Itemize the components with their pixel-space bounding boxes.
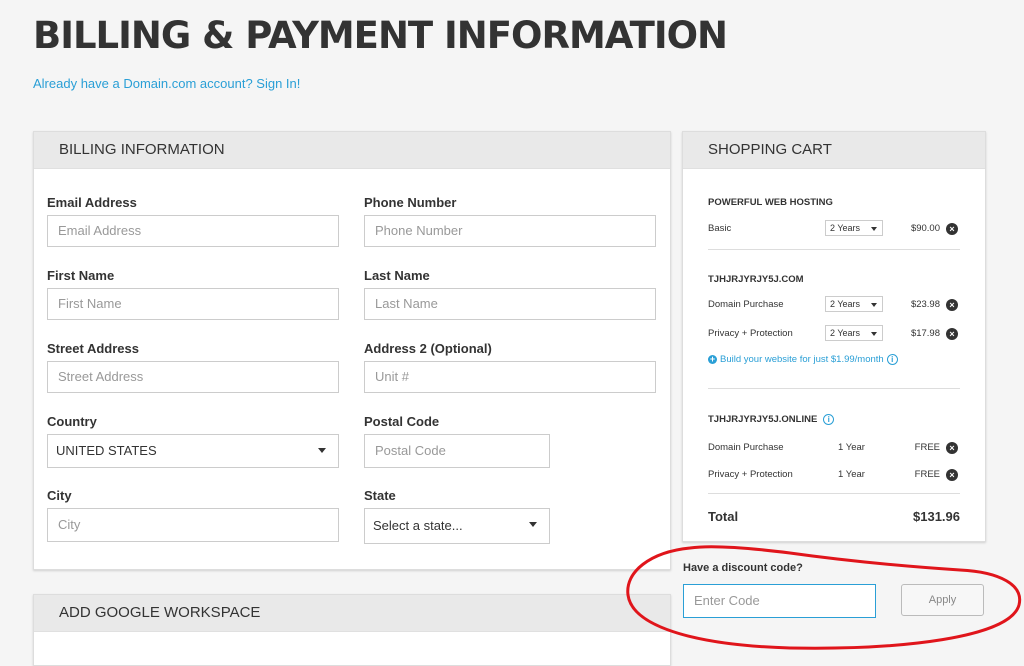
chevron-down-icon <box>871 332 877 336</box>
build-website-link[interactable]: + Build your website for just $1.99/month… <box>708 354 898 365</box>
cart-divider <box>708 388 960 389</box>
state-select-value: Select a state... <box>373 518 463 533</box>
phone-label: Phone Number <box>364 195 457 210</box>
street-label: Street Address <box>47 341 139 356</box>
discount-code-label: Have a discount code? <box>683 562 803 574</box>
postal-field-group: Postal Code Postal Code <box>364 414 550 468</box>
state-select[interactable]: Select a state... <box>364 508 550 544</box>
page-title: BILLING & PAYMENT INFORMATION <box>33 14 728 57</box>
remove-item-icon[interactable]: × <box>946 469 958 481</box>
sign-in-link[interactable]: Already have a Domain.com account? Sign … <box>33 76 300 91</box>
info-icon[interactable]: i <box>823 414 835 425</box>
address2-input[interactable]: Unit # <box>364 361 656 393</box>
country-select[interactable]: UNITED STATES <box>47 434 339 468</box>
cart-item-name: Privacy + Protection <box>708 328 793 339</box>
phone-input[interactable]: Phone Number <box>364 215 656 247</box>
cart-item-price: FREE <box>914 469 940 480</box>
last-name-label: Last Name <box>364 268 430 283</box>
term-select-value: 2 Years <box>830 223 861 233</box>
postal-label: Postal Code <box>364 414 440 429</box>
email-input[interactable]: Email Address <box>47 215 339 247</box>
cart-item-name: Domain Purchase <box>708 442 784 453</box>
first-name-field-group: First Name First Name <box>47 268 339 320</box>
cart-item-row: Privacy + Protection 1 Year FREE × <box>708 468 960 484</box>
last-name-input[interactable]: Last Name <box>364 288 656 320</box>
first-name-input[interactable]: First Name <box>47 288 339 320</box>
chevron-down-icon <box>871 303 877 307</box>
cart-item-price: $90.00 <box>910 223 940 234</box>
street-field-group: Street Address Street Address <box>47 341 339 393</box>
discount-code-input[interactable]: Enter Code <box>683 584 876 618</box>
cart-section-title: TJHJRJYRJY5J.COM <box>708 274 804 285</box>
email-field-group: Email Address Email Address <box>47 195 339 247</box>
cart-item-row: Domain Purchase 2 Years $23.98 × <box>708 296 960 314</box>
shopping-cart-panel: SHOPPING CART POWERFUL WEB HOSTING Basic… <box>682 131 986 542</box>
cart-item-row: Privacy + Protection 2 Years $17.98 × <box>708 325 960 343</box>
term-select[interactable]: 2 Years <box>825 325 883 341</box>
city-field-group: City City <box>47 488 339 542</box>
term-select-value: 2 Years <box>830 299 861 309</box>
info-icon[interactable]: i <box>886 354 898 365</box>
first-name-label: First Name <box>47 268 115 283</box>
country-label: Country <box>47 414 97 429</box>
cart-item-term: 1 Year <box>838 442 865 453</box>
email-label: Email Address <box>47 195 137 210</box>
address2-field-group: Address 2 (Optional) Unit # <box>364 341 656 393</box>
cart-item-term: 1 Year <box>838 469 865 480</box>
street-input[interactable]: Street Address <box>47 361 339 393</box>
term-select[interactable]: 2 Years <box>825 220 883 236</box>
cart-item-name: Domain Purchase <box>708 299 784 310</box>
cart-item-price: $17.98 <box>910 328 940 339</box>
phone-field-group: Phone Number Phone Number <box>364 195 656 247</box>
cart-section-title-wrap: TJHJRJYRJY5J.ONLINE i <box>708 414 835 426</box>
cart-item-name: Privacy + Protection <box>708 469 793 480</box>
cart-total-value: $131.96 <box>913 509 960 524</box>
state-field-group: State Select a state... <box>364 488 550 544</box>
workspace-panel-header[interactable]: ADD GOOGLE WORKSPACE <box>34 595 670 632</box>
cart-section-title: TJHJRJYRJY5J.ONLINE <box>708 414 818 426</box>
chevron-down-icon <box>871 227 877 231</box>
cart-divider <box>708 249 960 250</box>
google-workspace-panel: ADD GOOGLE WORKSPACE <box>33 594 671 666</box>
city-label: City <box>47 488 72 503</box>
cart-divider <box>708 493 960 494</box>
state-label: State <box>364 488 396 503</box>
chevron-down-icon <box>318 448 326 453</box>
postal-input[interactable]: Postal Code <box>364 434 550 468</box>
billing-information-panel: BILLING INFORMATION Email Address Email … <box>33 131 671 570</box>
apply-discount-button[interactable]: Apply <box>901 584 984 616</box>
plus-circle-icon: + <box>708 354 717 364</box>
cart-total-label: Total <box>708 509 739 524</box>
city-input[interactable]: City <box>47 508 339 542</box>
remove-item-icon[interactable]: × <box>946 442 958 454</box>
term-select-value: 2 Years <box>830 328 861 338</box>
cart-item-row: Domain Purchase 1 Year FREE × <box>708 441 960 457</box>
chevron-down-icon <box>529 522 537 527</box>
cart-item-row: Basic 2 Years $90.00 × <box>708 220 960 238</box>
cart-item-name: Basic <box>708 223 732 234</box>
cart-section-title: POWERFUL WEB HOSTING <box>708 197 833 208</box>
cart-item-price: $23.98 <box>910 299 940 310</box>
cart-panel-header: SHOPPING CART <box>683 132 985 169</box>
billing-panel-header: BILLING INFORMATION <box>34 132 670 169</box>
cart-item-price: FREE <box>914 442 940 453</box>
term-select[interactable]: 2 Years <box>825 296 883 312</box>
remove-item-icon[interactable]: × <box>946 328 958 340</box>
remove-item-icon[interactable]: × <box>946 299 958 311</box>
country-select-value: UNITED STATES <box>56 443 157 458</box>
remove-item-icon[interactable]: × <box>946 223 958 235</box>
address2-label: Address 2 (Optional) <box>364 341 492 356</box>
last-name-field-group: Last Name Last Name <box>364 268 656 320</box>
build-website-text: Build your website for just $1.99/month <box>720 354 884 366</box>
country-field-group: Country UNITED STATES <box>47 414 339 468</box>
